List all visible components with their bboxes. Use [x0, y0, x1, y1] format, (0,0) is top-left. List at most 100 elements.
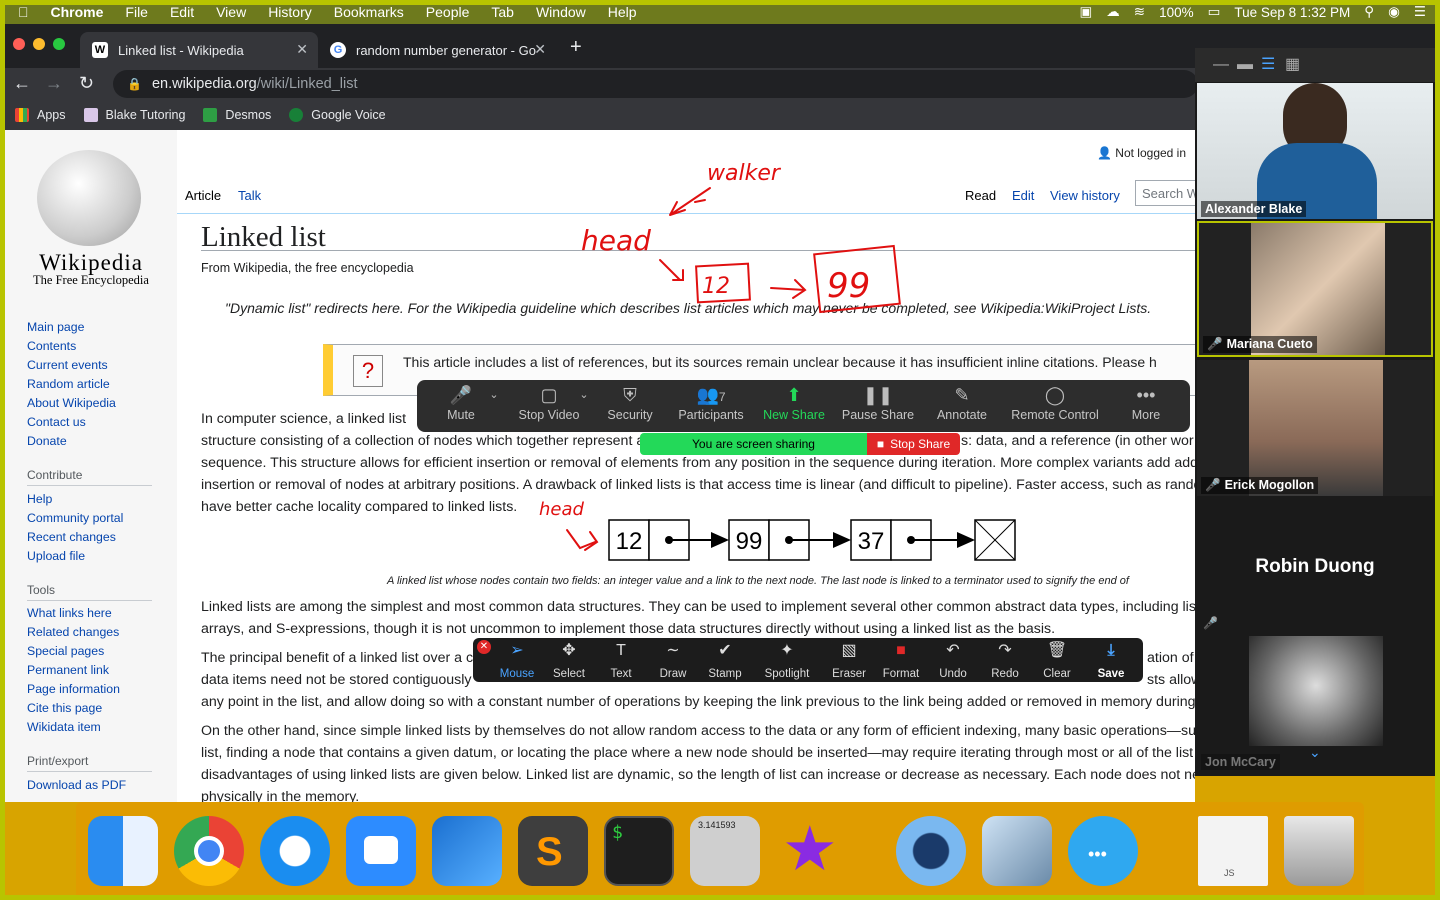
tab-google[interactable]: G random number generator - Go ✕	[318, 32, 556, 68]
undo-icon: ↶	[946, 642, 960, 659]
color-swatch-icon: ■	[896, 642, 906, 659]
cloud-icon[interactable]: ☁	[1106, 4, 1120, 20]
menu-tab[interactable]: Tab	[491, 4, 514, 20]
battery-icon[interactable]: ▭	[1208, 4, 1221, 20]
menu-file[interactable]: File	[125, 4, 148, 20]
back-icon[interactable]: ←	[13, 73, 31, 94]
menu-window[interactable]: Window	[536, 4, 586, 20]
preview-icon[interactable]	[982, 816, 1052, 886]
user-avatar-icon[interactable]: ◉	[1388, 4, 1400, 20]
minimize-icon[interactable]: —	[1213, 56, 1229, 74]
participant-tile[interactable]: Robin Duong 🎤	[1197, 498, 1433, 634]
wikipedia-page: Wikipedia The Free Encyclopedia Main pag…	[5, 130, 1195, 802]
url-host: en.wikipedia.org	[151, 76, 257, 92]
quicktime-icon[interactable]	[896, 816, 966, 886]
bookmark-blake-tutoring[interactable]: Blake Tutoring	[83, 108, 185, 122]
spotlight-search-icon[interactable]: ⚲	[1364, 4, 1374, 20]
new-share-button[interactable]: ⬆ New Share	[759, 380, 829, 432]
pause-share-button[interactable]: ❚❚ Pause Share	[841, 380, 915, 432]
participant-tile[interactable]: 🎤 Erick Mogollon	[1197, 360, 1433, 496]
spotlight-tool[interactable]: ✦ Spotlight	[757, 640, 817, 680]
calculator-icon[interactable]: 3.141593	[690, 816, 760, 886]
participant-tile[interactable]: 🎤 Mariana Cueto	[1197, 221, 1433, 357]
mute-button[interactable]: 🎤 Mute	[431, 380, 491, 432]
participants-button[interactable]: 👥7 Participants	[673, 380, 749, 432]
clock[interactable]: Tue Sep 8 1:32 PM	[1234, 5, 1350, 20]
participant-video	[1249, 360, 1383, 496]
menu-help[interactable]: Help	[608, 4, 637, 20]
safari-icon[interactable]	[260, 816, 330, 886]
ink-word-walker: walker	[707, 161, 782, 186]
save-tool[interactable]: ⤓ Save	[1085, 640, 1137, 680]
wifi-icon[interactable]: ≋	[1134, 4, 1145, 20]
text-tool[interactable]: T Text	[595, 640, 647, 680]
menu-edit[interactable]: Edit	[170, 4, 194, 20]
page-icon	[83, 108, 98, 122]
undo-tool[interactable]: ↶ Undo	[927, 640, 979, 680]
select-tool[interactable]: ✥ Select	[543, 640, 595, 680]
zoom-icon[interactable]	[346, 816, 416, 886]
messages-icon[interactable]: •••	[1068, 816, 1138, 886]
remote-control-button[interactable]: ◯ Remote Control	[1007, 380, 1103, 432]
finder-icon[interactable]	[88, 816, 158, 886]
sharing-status[interactable]: You are screen sharing	[640, 433, 867, 455]
participant-tile[interactable]: Jon McCary ⌄	[1197, 636, 1433, 772]
battery-percent[interactable]: 100%	[1159, 5, 1194, 20]
js-file-icon[interactable]: JS	[1198, 816, 1268, 886]
xcode-icon[interactable]	[432, 816, 502, 886]
redo-tool[interactable]: ↷ Redo	[979, 640, 1031, 680]
participant-name: 🎤 Mariana Cueto	[1203, 336, 1317, 353]
forward-icon[interactable]: →	[45, 73, 63, 94]
menu-history[interactable]: History	[268, 4, 312, 20]
more-button[interactable]: ••• More	[1121, 380, 1171, 432]
draw-tool[interactable]: ∼ Draw	[647, 640, 699, 680]
menu-people[interactable]: People	[426, 4, 470, 20]
imovie-icon[interactable]: ★	[776, 815, 846, 886]
bookmark-google-voice[interactable]: Google Voice	[289, 108, 386, 122]
screen-sharing-indicator: You are screen sharing ■ Stop Share	[640, 433, 960, 455]
scroll-down-chevron-icon[interactable]: ⌄	[1309, 744, 1321, 761]
speaker-view-icon[interactable]: ☰	[1261, 54, 1275, 74]
reload-icon[interactable]: ↻	[79, 73, 94, 94]
terminal-icon[interactable]: $	[604, 816, 674, 886]
chrome-center	[194, 836, 224, 866]
stamp-tool[interactable]: ✔ Stamp	[699, 640, 751, 680]
format-tool[interactable]: ■ Format	[875, 640, 927, 680]
notification-center-icon[interactable]: ☰	[1414, 4, 1426, 20]
security-button[interactable]: ⛨ Security	[599, 380, 661, 432]
window-zoom-button[interactable]	[53, 38, 65, 50]
participant-name: Alexander Blake	[1201, 201, 1307, 217]
close-annotation-icon[interactable]: ✕	[477, 640, 491, 654]
tab-title: Linked list - Wikipedia	[118, 42, 244, 58]
tab-close-icon[interactable]: ✕	[534, 41, 546, 58]
apple-icon[interactable]: 	[18, 4, 29, 20]
menu-bookmarks[interactable]: Bookmarks	[334, 4, 404, 20]
bookmark-apps[interactable]: Apps	[15, 108, 66, 122]
eraser-tool[interactable]: ▧ Eraser	[823, 640, 875, 680]
ink-word-head-2: head	[539, 499, 585, 520]
menu-app-name[interactable]: Chrome	[51, 4, 104, 20]
video-options-chevron[interactable]: ⌄	[573, 380, 595, 432]
address-bar[interactable]: 🔒 en.wikipedia.org/wiki/Linked_list	[113, 70, 1198, 98]
trash-icon[interactable]	[1284, 816, 1354, 886]
clear-tool[interactable]: 🗑 Clear	[1031, 640, 1083, 680]
new-tab-icon[interactable]: +	[570, 36, 582, 59]
apps-grid-icon	[15, 108, 29, 122]
tab-wikipedia[interactable]: W Linked list - Wikipedia ✕	[80, 32, 318, 68]
gallery-view-icon[interactable]: ▦	[1285, 54, 1300, 74]
window-close-button[interactable]	[13, 38, 25, 50]
tab-close-icon[interactable]: ✕	[296, 41, 308, 58]
google-voice-icon	[289, 108, 304, 122]
window-minimize-button[interactable]	[33, 38, 45, 50]
stop-share-button[interactable]: ■ Stop Share	[867, 433, 960, 455]
hide-video-icon[interactable]: ▬	[1237, 56, 1253, 74]
participant-tile[interactable]: Alexander Blake	[1197, 83, 1433, 219]
sublime-icon[interactable]: S	[518, 816, 588, 886]
audio-options-chevron[interactable]: ⌄	[483, 380, 505, 432]
zoom-status-icon[interactable]: ▣	[1080, 4, 1093, 20]
chrome-icon[interactable]	[174, 816, 244, 886]
bookmark-desmos[interactable]: Desmos	[203, 108, 271, 122]
mouse-tool[interactable]: ➢ Mouse	[491, 640, 543, 680]
annotate-button[interactable]: ✎ Annotate	[931, 380, 993, 432]
menu-view[interactable]: View	[216, 4, 246, 20]
